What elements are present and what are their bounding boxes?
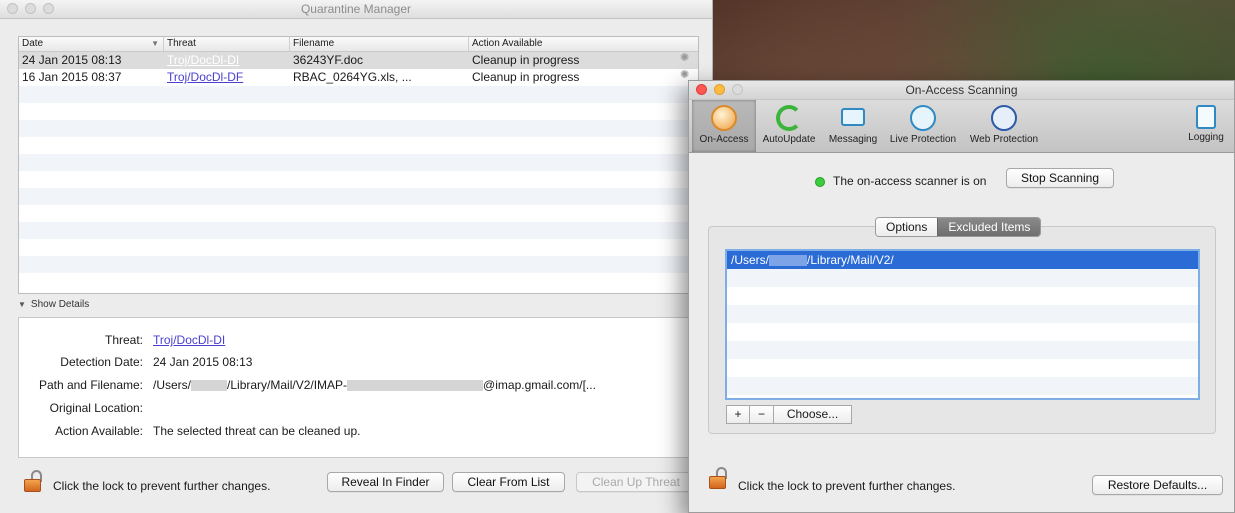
restore-defaults-button[interactable]: Restore Defaults... bbox=[1092, 475, 1223, 495]
window-title: On-Access Scanning bbox=[905, 83, 1018, 97]
details-panel: Threat: Troj/DocDl-DI Detection Date: 24… bbox=[18, 317, 697, 458]
zoom-icon[interactable] bbox=[43, 3, 54, 14]
threat-detail-link[interactable]: Troj/DocDl-DI bbox=[153, 332, 225, 348]
progress-spinner-icon: ✺ bbox=[680, 52, 690, 64]
clean-up-threat-button[interactable]: Clean Up Threat bbox=[576, 472, 696, 492]
threat-table: Date ▼ Threat Filename Action Available … bbox=[18, 36, 699, 294]
toolbar-messaging[interactable]: Messaging bbox=[823, 100, 883, 152]
close-icon[interactable] bbox=[696, 84, 707, 95]
empty-rows bbox=[19, 86, 698, 290]
choose-button[interactable]: Choose... bbox=[774, 405, 852, 424]
stop-scanning-button[interactable]: Stop Scanning bbox=[1006, 168, 1114, 188]
threat-link[interactable]: Troj/DocDl-DF bbox=[167, 70, 243, 84]
list-item[interactable]: /Users//Library/Mail/V2/ bbox=[727, 251, 1198, 269]
quarantine-titlebar: Quarantine Manager bbox=[0, 0, 712, 19]
remove-button[interactable]: − bbox=[750, 405, 774, 424]
column-header-threat[interactable]: Threat bbox=[164, 37, 290, 51]
minimize-icon[interactable] bbox=[25, 3, 36, 14]
refresh-icon bbox=[776, 105, 802, 131]
minimize-icon[interactable] bbox=[714, 84, 725, 95]
log-document-icon bbox=[1196, 105, 1216, 129]
threat-link[interactable]: Troj/DocDl-DI bbox=[167, 53, 239, 67]
row-date: 16 Jan 2015 08:37 bbox=[22, 70, 122, 84]
reveal-in-finder-button[interactable]: Reveal In Finder bbox=[327, 472, 444, 492]
list-edit-buttons: + − Choose... bbox=[726, 405, 852, 424]
show-details-toggle[interactable]: ▼ Show Details bbox=[18, 299, 89, 310]
column-header-action[interactable]: Action Available bbox=[469, 37, 698, 51]
row-filename: RBAC_0264YG.xls, ... bbox=[293, 70, 412, 84]
toolbar-logging[interactable]: Logging bbox=[1181, 100, 1231, 152]
message-bubble-icon bbox=[841, 108, 865, 126]
on-access-window: On-Access Scanning On-Access AutoUpdate … bbox=[688, 80, 1235, 513]
path-label: Path and Filename: bbox=[38, 378, 143, 392]
status-on-icon bbox=[815, 176, 825, 187]
clear-from-list-button[interactable]: Clear From List bbox=[452, 472, 565, 492]
table-header: Date ▼ Threat Filename Action Available bbox=[19, 37, 698, 52]
cloud-protection-icon bbox=[910, 105, 936, 131]
row-action: Cleanup in progress bbox=[472, 70, 580, 84]
detection-date-value: 24 Jan 2015 08:13 bbox=[153, 355, 253, 369]
row-date: 24 Jan 2015 08:13 bbox=[22, 53, 122, 67]
sort-descending-icon: ▼ bbox=[151, 39, 159, 48]
tab-options[interactable]: Options bbox=[876, 218, 938, 236]
zoom-icon[interactable] bbox=[732, 84, 743, 95]
globe-icon bbox=[991, 105, 1017, 131]
redacted-text bbox=[347, 380, 484, 392]
disclosure-triangle-icon: ▼ bbox=[18, 300, 26, 309]
window-title: Quarantine Manager bbox=[300, 2, 412, 16]
options-tab-control: Options Excluded Items bbox=[875, 217, 1042, 237]
path-value: /Users//Library/Mail/V2/IMAP- @imap.gmail… bbox=[153, 378, 596, 392]
on-access-titlebar: On-Access Scanning bbox=[689, 81, 1234, 100]
redacted-text bbox=[769, 255, 808, 267]
original-location-label: Original Location: bbox=[49, 401, 143, 415]
quarantine-bottom-bar: Click the lock to prevent further change… bbox=[0, 466, 713, 506]
table-row[interactable]: 24 Jan 2015 08:13 Troj/DocDl-DI 36243YF.… bbox=[19, 52, 698, 69]
add-button[interactable]: + bbox=[726, 405, 750, 424]
window-controls bbox=[696, 84, 743, 95]
lock-hint-text: Click the lock to prevent further change… bbox=[738, 479, 956, 493]
action-available-value: The selected threat can be cleaned up. bbox=[153, 424, 361, 438]
preferences-toolbar: On-Access AutoUpdate Messaging Live Prot… bbox=[689, 100, 1234, 153]
row-filename: 36243YF.doc bbox=[293, 53, 364, 67]
action-available-label: Action Available: bbox=[55, 424, 143, 438]
unlocked-lock-icon[interactable] bbox=[707, 467, 729, 489]
table-body: 24 Jan 2015 08:13 Troj/DocDl-DI 36243YF.… bbox=[19, 52, 698, 290]
table-row[interactable]: 16 Jan 2015 08:37 Troj/DocDl-DF RBAC_026… bbox=[19, 69, 698, 86]
toolbar-autoupdate[interactable]: AutoUpdate bbox=[757, 100, 821, 152]
shield-scan-icon bbox=[711, 105, 737, 131]
toolbar-web-protection[interactable]: Web Protection bbox=[965, 100, 1043, 152]
row-action: Cleanup in progress bbox=[472, 53, 580, 67]
tab-excluded-items[interactable]: Excluded Items bbox=[937, 218, 1041, 236]
lock-hint-text: Click the lock to prevent further change… bbox=[53, 479, 271, 493]
column-header-filename[interactable]: Filename bbox=[290, 37, 469, 51]
unlocked-lock-icon[interactable] bbox=[22, 470, 44, 492]
quarantine-window: Quarantine Manager Date ▼ Threat Filenam… bbox=[0, 0, 713, 513]
detection-date-label: Detection Date: bbox=[60, 355, 143, 369]
close-icon[interactable] bbox=[7, 3, 18, 14]
excluded-items-list: /Users//Library/Mail/V2/ bbox=[725, 249, 1200, 400]
toolbar-live-protection[interactable]: Live Protection bbox=[885, 100, 961, 152]
scanner-status: The on-access scanner is on bbox=[815, 173, 986, 189]
redacted-text bbox=[191, 380, 228, 392]
toolbar-on-access[interactable]: On-Access bbox=[692, 100, 756, 152]
column-header-date[interactable]: Date ▼ bbox=[19, 37, 164, 51]
threat-label: Threat: bbox=[104, 333, 143, 347]
window-controls bbox=[7, 3, 54, 14]
